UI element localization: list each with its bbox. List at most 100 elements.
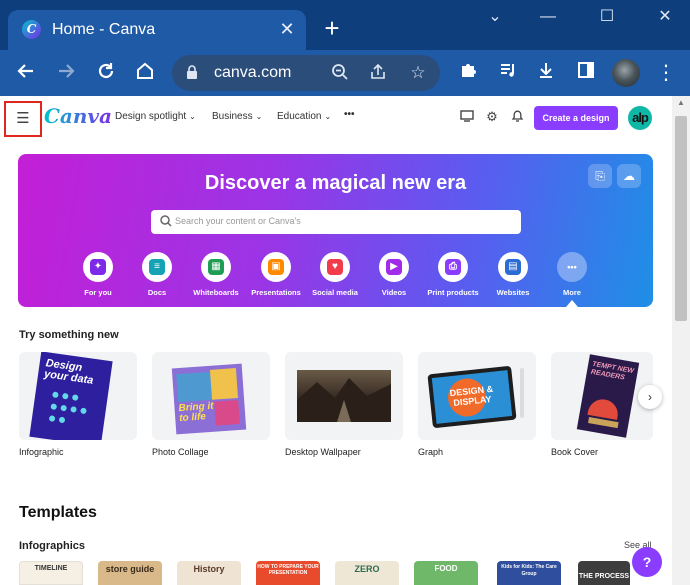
whiteboards-icon: ▦ [201,252,231,282]
home-icon[interactable] [133,61,157,85]
help-button[interactable]: ? [632,547,662,577]
nav-design-spotlight[interactable]: Design spotlight ⌄ [115,111,196,122]
presentations-icon: ▣ [261,252,291,282]
try-something-new-title: Try something new [19,329,119,341]
card-desktop-wallpaper[interactable] [285,352,403,440]
resize-icon[interactable]: ⎘ [588,164,612,188]
category-videos[interactable]: ▶ Videos [364,252,424,297]
template-thumb[interactable]: HOW TO PREPARE YOUR PRESENTATION [256,561,320,585]
canva-logo[interactable]: Canva [44,104,112,128]
card-label-photo-collage: Photo Collage [152,447,209,457]
browser-tab-home[interactable]: C Home - Canva ✕ [8,10,306,50]
card-label-desktop-wallpaper: Desktop Wallpaper [285,447,361,457]
category-more[interactable]: ••• More [542,252,602,297]
search-icon [160,215,172,227]
chevron-down-icon: ⌄ [189,112,196,121]
people-chart-icon [49,391,87,423]
videos-icon: ▶ [379,252,409,282]
browser-toolbar: canva.com ☆ ⋮ [0,50,690,96]
chevron-down-icon: ⌄ [324,112,332,121]
chevron-down-icon: ⌄ [255,112,263,121]
category-presentations[interactable]: ▣ Presentations [246,252,306,297]
category-social-media[interactable]: ♥ Social media [305,252,365,297]
card-photo-collage[interactable]: Bring it to life [152,352,270,440]
bookmark-star-icon[interactable]: ☆ [408,63,428,83]
carousel-next-button[interactable]: › [638,385,662,409]
zoom-icon[interactable] [330,63,350,83]
hamburger-menu-button[interactable]: ☰ [4,101,42,137]
templates-title: Templates [19,504,97,521]
template-thumb[interactable]: FOOD [414,561,478,585]
category-websites[interactable]: ▤ Websites [483,252,543,297]
book-cover-art: TEMPT NEW READERS [576,354,640,438]
media-control-icon[interactable] [496,61,520,85]
card-infographic[interactable]: Design your data [19,352,137,440]
photo-collage-art: Bring it to life [171,363,247,435]
settings-gear-icon[interactable]: ⚙ [484,109,500,125]
infographics-title: Infographics [19,540,86,552]
hero-search-input[interactable]: Search your content or Canva's [151,210,521,234]
profile-avatar[interactable] [612,59,640,87]
docs-icon: ≡ [142,252,172,282]
category-whiteboards[interactable]: ▦ Whiteboards [186,252,246,297]
forward-arrow-icon[interactable] [54,61,78,85]
notification-bell-icon[interactable] [509,109,525,125]
upload-cloud-icon[interactable]: ☁ [617,164,641,188]
infographic-art: Design your data [29,352,113,440]
template-thumb[interactable]: History [177,561,241,585]
card-label-infographic: Infographic [19,447,64,457]
download-icon[interactable] [534,61,558,85]
tab-search-icon[interactable]: ⌄ [480,6,510,28]
page-scrollbar[interactable]: ▲ [672,96,690,585]
create-design-button[interactable]: Create a design [534,106,618,130]
stylus-art [520,368,524,418]
hero-banner: Discover a magical new era ⎘ ☁ Search yo… [18,154,653,307]
lock-icon [187,65,197,79]
selected-caret-icon [566,300,578,307]
category-docs[interactable]: ≡ Docs [127,252,187,297]
more-icon: ••• [557,252,587,282]
print-products-icon: ⎙ [438,252,468,282]
nav-business[interactable]: Business ⌄ [212,111,262,122]
card-graph[interactable]: DESIGN & DISPLAY [418,352,536,440]
browser-titlebar: C Home - Canva ✕ + ⌄ — ☐ ✕ [0,0,690,50]
category-print-products[interactable]: ⎙ Print products [423,252,483,297]
template-thumb[interactable]: Kids for Kids: The Care Group [497,561,561,585]
social-media-icon: ♥ [320,252,350,282]
category-for-you[interactable]: ✦ For you [68,252,128,297]
more-nav-icon[interactable]: ••• [344,109,355,120]
canva-header: ☰ Canva Design spotlight ⌄ Business ⌄ Educ… [0,96,672,140]
close-window-button[interactable]: ✕ [650,6,680,28]
user-avatar[interactable]: alp [628,106,652,130]
reload-icon[interactable] [94,61,118,85]
search-placeholder: Search your content or Canva's [175,216,301,226]
share-icon[interactable] [368,63,388,83]
for-you-icon: ✦ [83,252,113,282]
template-thumb[interactable]: THE PROCESS [578,561,630,585]
scrollbar-thumb[interactable] [675,116,687,321]
back-arrow-icon[interactable] [14,61,38,85]
wallpaper-art [297,370,391,422]
desktop-icon[interactable] [459,109,475,125]
url-text: canva.com [214,64,292,81]
template-thumb[interactable]: ZERO [335,561,399,585]
card-label-book-cover: Book Cover [551,447,599,457]
minimize-button[interactable]: — [533,6,563,28]
hero-title: Discover a magical new era [204,172,467,194]
scroll-up-arrow-icon[interactable]: ▲ [672,98,690,110]
extensions-puzzle-icon[interactable] [456,61,480,85]
websites-icon: ▤ [498,252,528,282]
tab-title: Home - Canva [52,21,156,38]
canva-favicon-icon: C [22,20,41,39]
template-thumb[interactable]: TIMELINE [19,561,83,585]
nav-education[interactable]: Education ⌄ [277,111,331,122]
maximize-button[interactable]: ☐ [592,6,622,28]
kebab-menu-icon[interactable]: ⋮ [654,61,678,85]
new-tab-button[interactable]: + [320,15,344,41]
tab-close-icon[interactable]: ✕ [276,18,298,40]
address-bar[interactable]: canva.com ☆ [172,55,440,91]
template-thumb[interactable]: store guide [98,561,162,585]
side-panel-icon[interactable] [574,61,598,85]
card-label-graph: Graph [418,447,444,457]
tablet-art: DESIGN & DISPLAY [427,365,517,429]
